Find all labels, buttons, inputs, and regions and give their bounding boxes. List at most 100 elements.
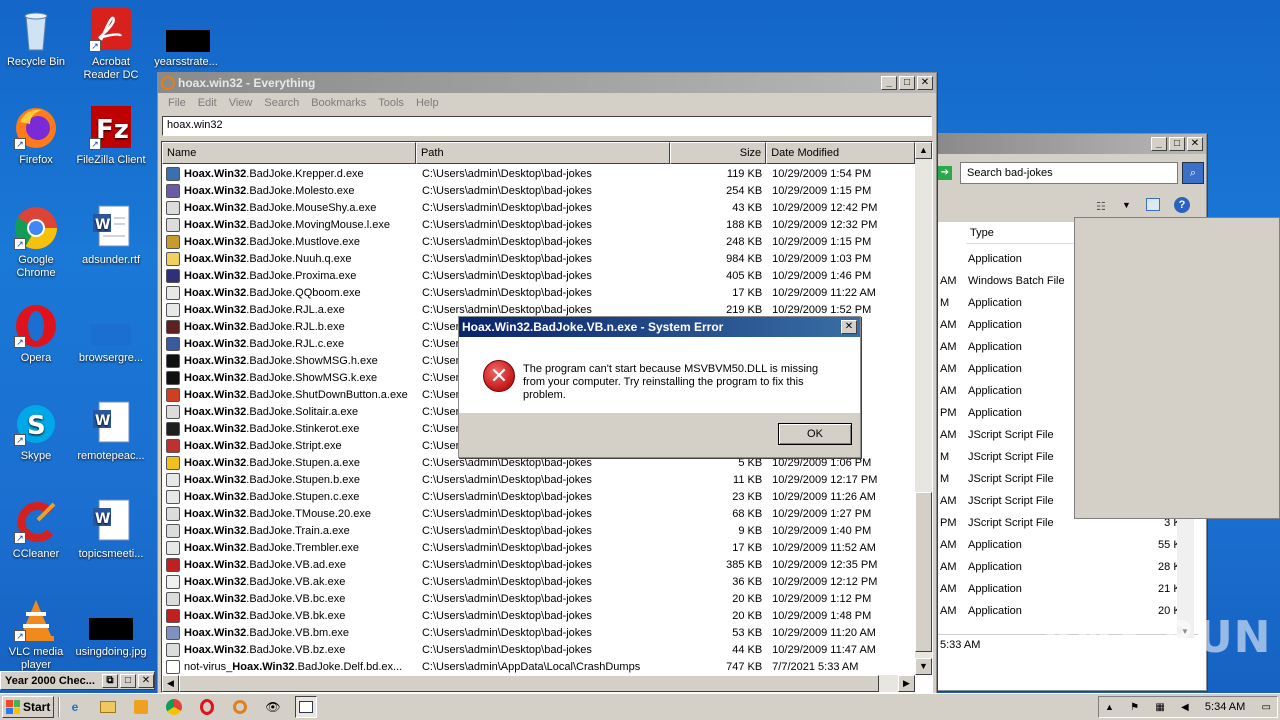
scroll-down-button[interactable]: ▼ (915, 658, 932, 675)
column-header-date[interactable]: Date Modified (766, 142, 916, 164)
scroll-left-button[interactable]: ◀ (162, 675, 179, 692)
search-input[interactable]: hoax.win32 (162, 116, 932, 136)
table-row[interactable]: Hoax.Win32 .BadJoke.Train.a.exe C:\Users\a… (162, 522, 915, 539)
minimize-button[interactable]: _ (881, 76, 897, 90)
explorer-icon[interactable] (97, 696, 119, 718)
eye-icon[interactable]: 👁 (262, 696, 284, 718)
desktop-icon-remotepeac[interactable]: W remotepeac... (73, 400, 149, 463)
desktop-icon-vlc[interactable]: ↗ VLC media player (0, 596, 74, 672)
chevron-up-icon[interactable]: ▲ (1105, 702, 1114, 712)
media-player-icon[interactable] (130, 696, 152, 718)
table-row[interactable]: Hoax.Win32 .BadJoke.MouseShy.a.exe C:\User… (162, 199, 915, 216)
search-icon[interactable]: ⌕ (1182, 162, 1204, 184)
scroll-thumb[interactable] (915, 492, 932, 652)
ie-icon[interactable]: e (64, 696, 86, 718)
table-row[interactable]: Hoax.Win32 .BadJoke.Krepper.d.exe C:\Users… (162, 165, 915, 182)
list-item[interactable]: AM Application 21 KB (938, 578, 1198, 600)
hscroll-thumb[interactable] (179, 675, 879, 692)
column-header-size[interactable]: Size (669, 142, 767, 164)
ok-button[interactable]: OK (778, 423, 852, 445)
menu-bookmarks[interactable]: Bookmarks (305, 97, 372, 109)
table-row[interactable]: not-virus_ Hoax.Win32 .BadJoke.Delf.bd.ex.… (162, 658, 915, 675)
menu-help[interactable]: Help (410, 97, 445, 109)
scroll-right-button[interactable]: ▶ (898, 675, 915, 692)
horizontal-scrollbar[interactable]: ◀ ▶ (162, 675, 915, 692)
close-button[interactable]: ✕ (138, 673, 154, 688)
clock[interactable]: 5:34 AM (1205, 701, 1245, 713)
everything-titlebar[interactable]: hoax.win32 - Everything _ □ ✕ (158, 73, 936, 93)
file-path-cell: C:\Users\admin\Desktop\bad-jokes (421, 626, 592, 639)
desktop-icon-firefox[interactable]: ↗ Firefox (0, 104, 74, 167)
view-options-icon[interactable]: ☷ (1096, 200, 1106, 213)
help-icon[interactable]: ? (1174, 197, 1190, 213)
forward-icon[interactable]: ➔ (938, 166, 952, 180)
menu-tools[interactable]: Tools (372, 97, 410, 109)
desktop-icon-adsunder[interactable]: W adsunder.rtf (73, 204, 149, 267)
network-icon[interactable]: ▦ (1155, 702, 1164, 713)
dialog-titlebar[interactable]: Hoax.Win32.BadJoke.VB.n.exe - System Err… (459, 317, 860, 337)
table-row[interactable]: Hoax.Win32 .BadJoke.Mustlove.exe C:\Users\… (162, 233, 915, 250)
close-button[interactable]: ✕ (1187, 137, 1203, 151)
table-row[interactable]: Hoax.Win32 .BadJoke.VB.bc.exe C:\Users\adm… (162, 590, 915, 607)
preview-pane-icon[interactable] (1146, 198, 1160, 211)
menu-edit[interactable]: Edit (192, 97, 223, 109)
everything-taskbar-icon[interactable] (229, 696, 251, 718)
table-row[interactable]: Hoax.Win32 .BadJoke.MovingMouse.l.exe C:\U… (162, 216, 915, 233)
table-row[interactable]: Hoax.Win32 .BadJoke.VB.ad.exe C:\Users\adm… (162, 556, 915, 573)
menu-file[interactable]: File (162, 97, 192, 109)
desktop-icon-filezilla[interactable]: Fz ↗ FileZilla Client (73, 104, 149, 167)
file-date-cell: 10/29/2009 12:35 PM (772, 558, 878, 571)
menu-search[interactable]: Search (258, 97, 305, 109)
desktop-icon-recycle-bin[interactable]: Recycle Bin (0, 6, 74, 69)
table-row[interactable]: Hoax.Win32 .BadJoke.QQboom.exe C:\Users\ad… (162, 284, 915, 301)
action-center-icon[interactable]: ▭ (1262, 702, 1271, 713)
window-task-icon[interactable] (295, 696, 317, 718)
table-row[interactable]: Hoax.Win32 .BadJoke.Stupen.b.exe C:\Users\… (162, 471, 915, 488)
table-row[interactable]: Hoax.Win32 .BadJoke.Molesto.exe C:\Users\a… (162, 182, 915, 199)
scroll-up-button[interactable]: ▲ (915, 142, 932, 159)
start-button[interactable]: Start (2, 696, 54, 718)
table-row[interactable]: Hoax.Win32 .BadJoke.Proxima.exe C:\Users\a… (162, 267, 915, 284)
desktop-icon-ccleaner[interactable]: ↗ CCleaner (0, 498, 74, 561)
table-row[interactable]: Hoax.Win32 .BadJoke.Nuuh.q.exe C:\Users\ad… (162, 250, 915, 267)
menu-view[interactable]: View (223, 97, 259, 109)
table-row[interactable]: Hoax.Win32 .BadJoke.VB.bk.exe C:\Users\adm… (162, 607, 915, 624)
file-icon (166, 200, 180, 215)
chrome-taskbar-icon[interactable] (163, 696, 185, 718)
maximize-button[interactable]: □ (1169, 137, 1185, 151)
chevron-down-icon[interactable]: ▼ (1122, 200, 1131, 210)
column-header-name[interactable]: Name (162, 142, 416, 164)
system-error-dialog[interactable]: Hoax.Win32.BadJoke.VB.n.exe - System Err… (458, 316, 861, 458)
table-row[interactable]: Hoax.Win32 .BadJoke.Stupen.c.exe C:\Users\… (162, 488, 915, 505)
desktop-icon-chrome[interactable]: ↗ Google Chrome (0, 204, 74, 280)
close-button[interactable]: ✕ (917, 76, 933, 90)
desktop-icon-usingdoing[interactable]: usingdoing.jpg (73, 596, 149, 659)
desktop-icon-browsergre[interactable]: browsergre... (73, 302, 149, 365)
desktop-icon-skype[interactable]: S ↗ Skype (0, 400, 74, 463)
table-row[interactable]: Hoax.Win32 .BadJoke.TMouse.20.exe C:\Users… (162, 505, 915, 522)
file-date-cell: 10/29/2009 11:26 AM (772, 490, 876, 503)
list-item[interactable]: AM Application 28 KB (938, 556, 1198, 578)
opera-taskbar-icon[interactable] (196, 696, 218, 718)
maximize-button[interactable]: □ (120, 673, 136, 688)
table-row[interactable]: Hoax.Win32 .BadJoke.VB.ak.exe C:\Users\adm… (162, 573, 915, 590)
explorer-search-input[interactable]: Search bad-jokes (960, 162, 1178, 184)
column-header-path[interactable]: Path (415, 142, 670, 164)
table-row[interactable]: Hoax.Win32 .BadJoke.VB.bz.exe C:\Users\adm… (162, 641, 915, 658)
desktop-icon-yearsstrate[interactable]: yearsstrate... (148, 6, 224, 69)
dialog-close-button[interactable]: ✕ (841, 320, 857, 334)
flag-icon[interactable]: ⚑ (1130, 702, 1139, 713)
minimized-window[interactable]: Year 2000 Chec... ⧉ □ ✕ (0, 671, 155, 690)
volume-icon[interactable]: ◀ (1181, 702, 1189, 713)
explorer-titlebar[interactable]: _ □ ✕ (938, 134, 1206, 154)
desktop-icon-opera[interactable]: ↗ Opera (0, 302, 74, 365)
restore-button[interactable]: ⧉ (102, 673, 118, 688)
list-item[interactable]: AM Application 55 KB (938, 534, 1198, 556)
maximize-button[interactable]: □ (899, 76, 915, 90)
table-row[interactable]: Hoax.Win32 .BadJoke.Trembler.exe C:\Users\… (162, 539, 915, 556)
desktop-icon-acrobat[interactable]: ↗ Acrobat Reader DC (73, 6, 149, 82)
desktop-icon-topicsmeeti[interactable]: W topicsmeeti... (73, 498, 149, 561)
table-row[interactable]: Hoax.Win32 .BadJoke.VB.bm.exe C:\Users\adm… (162, 624, 915, 641)
minimize-button[interactable]: _ (1151, 137, 1167, 151)
vertical-scrollbar[interactable]: ▲ ▼ (915, 142, 932, 675)
